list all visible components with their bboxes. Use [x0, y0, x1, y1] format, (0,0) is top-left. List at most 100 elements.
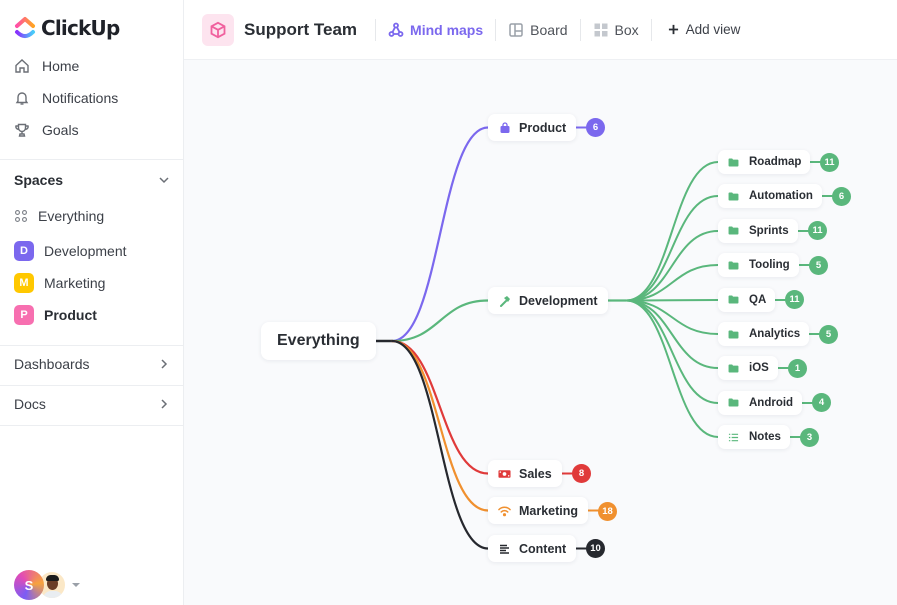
node-sales[interactable]: Sales: [488, 460, 562, 487]
bell-icon: [15, 92, 29, 105]
link-development-child: [625, 161, 719, 302]
link-sales: [390, 339, 490, 475]
node-notes[interactable]: Notes: [718, 425, 790, 450]
node-tooling[interactable]: Tooling: [718, 253, 799, 278]
spaces-header[interactable]: Spaces: [14, 172, 170, 188]
node-sales-label: Sales: [519, 466, 552, 481]
link-development-child: [625, 299, 719, 369]
mind-map-canvas[interactable]: Everything Product Development Sales Mar…: [184, 0, 897, 605]
count-badge-content: 10: [586, 539, 605, 558]
node-root-label: Everything: [277, 332, 360, 349]
folder-icon: [727, 190, 740, 203]
chevron-right-icon: [161, 399, 168, 409]
spaces-label: Spaces: [14, 172, 64, 188]
node-content-label: Content: [519, 541, 567, 556]
docs-row[interactable]: Docs: [14, 396, 170, 412]
everything-grid-icon: [15, 210, 27, 222]
link-product: [390, 126, 490, 343]
node-product-label: Product: [519, 120, 567, 135]
node-label: Sprints: [749, 224, 789, 237]
dashboards-row[interactable]: Dashboards: [14, 356, 170, 372]
trophy-icon: [15, 123, 29, 137]
bag-icon: [498, 121, 511, 134]
node-label: Automation: [749, 190, 813, 203]
space-marketing-label: Marketing: [44, 275, 106, 291]
space-product[interactable]: P Product: [14, 305, 97, 325]
chevron-right-icon: [161, 359, 168, 369]
user-menu[interactable]: S: [14, 570, 80, 600]
node-automation[interactable]: Automation: [718, 184, 822, 209]
node-label: QA: [749, 293, 767, 306]
space-everything[interactable]: Everything: [14, 208, 104, 224]
node-qa[interactable]: QA: [718, 287, 776, 312]
brand-name: ClickUp: [41, 16, 120, 40]
link-development-child: [625, 299, 719, 302]
space-development-label: Development: [44, 243, 127, 259]
node-marketing-label: Marketing: [519, 503, 579, 518]
sidebar-divider: [0, 425, 183, 426]
link-development-child: [625, 299, 719, 438]
count-badge-notes: 3: [800, 427, 819, 447]
folder-icon: [727, 293, 740, 306]
node-label: Tooling: [749, 259, 790, 272]
nav-home[interactable]: Home: [14, 58, 79, 74]
count-badge-product: 6: [586, 118, 605, 137]
nav-home-label: Home: [42, 58, 80, 74]
home-icon: [15, 59, 29, 73]
count-badge-roadmap: 11: [820, 152, 839, 172]
node-label: Roadmap: [749, 156, 802, 168]
space-marketing[interactable]: M Marketing: [14, 273, 105, 293]
text-lines-icon: [498, 542, 511, 555]
node-product[interactable]: Product: [488, 114, 577, 141]
nav-goals[interactable]: Goals: [14, 122, 79, 138]
main-area: Support Team Mind maps Board Box Add vie…: [184, 0, 897, 605]
count-badge-tooling: 5: [809, 255, 828, 275]
folder-icon: [727, 259, 740, 272]
money-icon: [498, 467, 511, 480]
folder-icon: [727, 328, 740, 341]
app: ClickUp Home Notifications Goals Spaces …: [0, 0, 897, 605]
node-development-label: Development: [519, 293, 598, 308]
link-marketing: [390, 339, 490, 512]
node-label: Android: [749, 396, 794, 409]
docs-label: Docs: [14, 396, 46, 412]
avatar-workspace[interactable]: S: [14, 570, 44, 600]
space-badge-marketing: M: [14, 273, 34, 293]
node-content[interactable]: Content: [488, 535, 577, 562]
space-badge-development: D: [14, 241, 34, 261]
count-badge-ios: 1: [788, 358, 807, 378]
link-development-child: [625, 195, 719, 302]
nav-notifications-label: Notifications: [42, 90, 119, 106]
space-development[interactable]: D Development: [14, 241, 127, 261]
folder-icon: [727, 224, 740, 237]
chevron-down-icon[interactable]: [158, 174, 170, 186]
link-content: [390, 339, 490, 550]
clickup-logo-icon: [15, 17, 35, 38]
space-product-label: Product: [44, 307, 97, 323]
list-icon: [727, 431, 740, 444]
nav-goals-label: Goals: [42, 122, 79, 138]
sidebar: ClickUp Home Notifications Goals Spaces …: [0, 0, 184, 605]
folder-icon: [727, 396, 740, 409]
node-ios[interactable]: iOS: [718, 356, 778, 381]
dashboards-label: Dashboards: [14, 356, 90, 372]
count-badge-sales: 8: [572, 464, 591, 483]
sidebar-divider: [0, 345, 183, 346]
node-label: Analytics: [749, 328, 801, 340]
node-android[interactable]: Android: [718, 390, 803, 415]
sidebar-divider: [0, 385, 183, 386]
space-badge-product: P: [14, 305, 34, 325]
nav-notifications[interactable]: Notifications: [14, 90, 118, 106]
caret-down-icon[interactable]: [72, 583, 80, 587]
node-development[interactable]: Development: [488, 287, 608, 314]
logo[interactable]: ClickUp: [14, 14, 120, 42]
node-label: Notes: [749, 431, 781, 444]
node-marketing[interactable]: Marketing: [488, 497, 589, 524]
count-badge-automation: 6: [832, 186, 851, 206]
count-badge-marketing: 18: [598, 502, 617, 521]
node-root[interactable]: Everything: [261, 322, 376, 360]
node-label: iOS: [749, 362, 769, 375]
node-sprints[interactable]: Sprints: [718, 218, 798, 243]
node-roadmap[interactable]: Roadmap: [718, 150, 811, 174]
node-analytics[interactable]: Analytics: [718, 322, 810, 346]
